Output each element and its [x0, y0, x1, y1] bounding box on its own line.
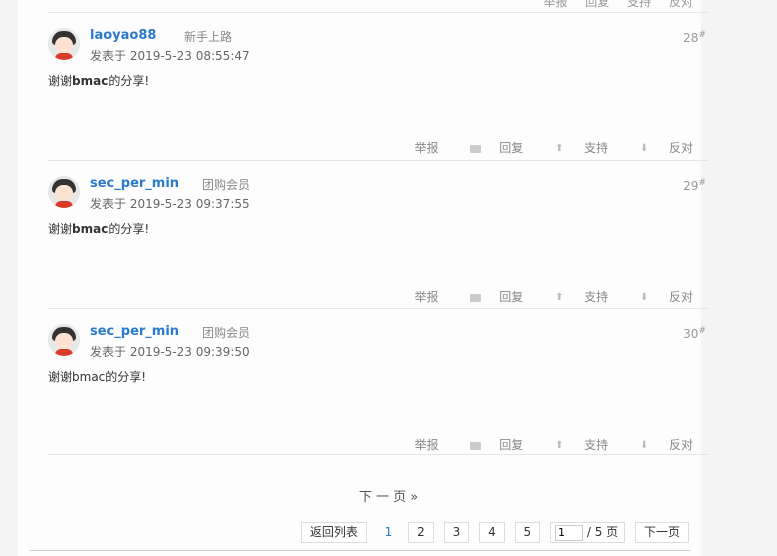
floor-number[interactable]: 28#	[683, 30, 706, 45]
page-link-2[interactable]: 2	[408, 522, 434, 543]
user-group: 新手上路	[184, 30, 233, 44]
arrow-up-icon: ⬆	[555, 439, 564, 451]
post-30: sec_per_min 团购会员 发表于 2019-5-23 09:39:50 …	[48, 296, 708, 455]
arrow-down-icon: ⬇	[639, 439, 649, 451]
username[interactable]: laoyao88	[90, 28, 156, 43]
page-jump: / 5 页	[550, 522, 626, 543]
pagination: 返回列表 1 2 3 4 5 / 5 页 下一页	[295, 522, 689, 543]
user-group: 团购会员	[202, 178, 251, 192]
total-pages: / 5 页	[586, 525, 619, 539]
page-link-5[interactable]: 5	[514, 522, 541, 543]
next-page-button[interactable]: 下一页	[634, 522, 689, 543]
oppose-button[interactable]: ⬇ 反对	[626, 436, 693, 453]
username[interactable]: sec_per_min	[90, 176, 179, 191]
next-page-link[interactable]: 下 一 页 »	[0, 486, 777, 505]
current-page: 1	[384, 525, 393, 539]
post-time: 发表于 2019-5-23 09:37:55	[90, 197, 250, 211]
support-button[interactable]: ⬆ 支持	[541, 436, 608, 453]
back-to-list-button[interactable]: 返回列表	[300, 522, 367, 543]
thread-frame: 举报 回复 支持 反对 laoyao88 新手上路 发表于 2019-5-23 …	[18, 0, 708, 556]
reply-button[interactable]: 回复	[456, 436, 523, 453]
post-content: 谢谢bmac的分享!	[48, 74, 150, 88]
post-separator	[48, 454, 708, 455]
post-28: laoyao88 新手上路 发表于 2019-5-23 08:55:47 28#…	[48, 0, 708, 161]
page-link-3[interactable]: 3	[443, 522, 470, 543]
avatar[interactable]	[48, 324, 80, 356]
mail-icon	[470, 441, 482, 450]
post-time: 发表于 2019-5-23 09:39:50	[90, 345, 250, 359]
post-time: 发表于 2019-5-23 08:55:47	[90, 49, 250, 63]
page-link-4[interactable]: 4	[479, 522, 505, 543]
page-jump-input[interactable]	[555, 524, 584, 541]
post-actions: 举报 回复 ⬆ 支持 ⬇ 反对	[400, 436, 693, 452]
footer-divider	[30, 550, 690, 551]
floor-number[interactable]: 29#	[683, 178, 706, 193]
username[interactable]: sec_per_min	[90, 324, 179, 339]
report-button[interactable]: 举报	[414, 436, 438, 453]
avatar[interactable]	[48, 28, 80, 60]
post-content: 谢谢bmac的分享!	[48, 370, 147, 384]
avatar[interactable]	[48, 176, 80, 208]
user-group: 团购会员	[202, 326, 251, 340]
post-29: sec_per_min 团购会员 发表于 2019-5-23 09:37:55 …	[48, 148, 708, 309]
post-content: 谢谢bmac的分享!	[48, 222, 150, 236]
floor-number[interactable]: 30#	[683, 326, 706, 341]
